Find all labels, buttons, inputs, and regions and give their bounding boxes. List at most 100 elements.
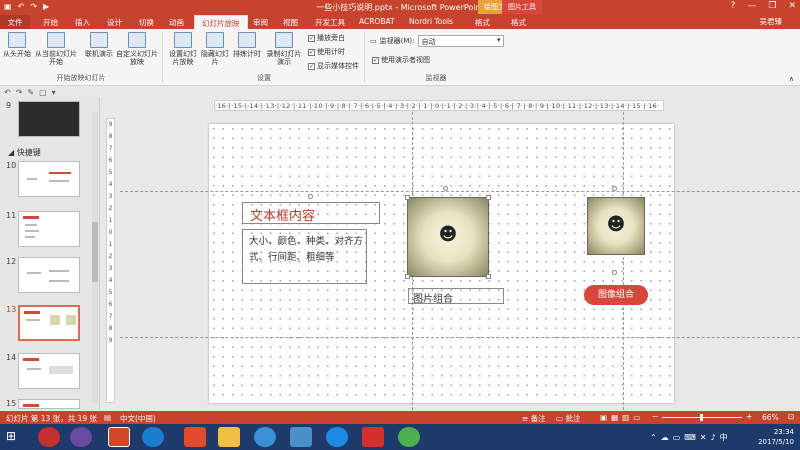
zoom-level[interactable]: 66%	[762, 413, 779, 422]
body-textbox[interactable]: 大小、颜色、种类、对齐方式、行间距、粗细等	[242, 229, 367, 284]
collapse-ribbon-icon[interactable]: ∧	[789, 75, 794, 83]
presenter-view-checkbox[interactable]: ✓ 使用演示者视图	[372, 55, 430, 65]
scroll-thumb[interactable]	[92, 222, 98, 282]
show-media-checkbox[interactable]: ✓ 显示媒体控件	[308, 61, 359, 71]
ctx-picture-tools: 图片工具	[502, 0, 542, 14]
tab-insert[interactable]: 插入	[68, 15, 97, 29]
custom-show-button[interactable]: 自定义幻灯片放映	[116, 32, 158, 66]
comments-button[interactable]: ▭ 批注	[556, 413, 580, 424]
play-narration-checkbox[interactable]: ✓ 播放旁白	[308, 33, 359, 43]
resize-handle[interactable]	[486, 274, 491, 279]
group-setup-label: 设置	[257, 74, 271, 82]
view-buttons[interactable]: ▣▦▥▭	[600, 413, 644, 422]
qq-icon[interactable]	[142, 427, 164, 447]
section-label[interactable]: ◢ 快捷键	[8, 147, 41, 158]
app-sphere-icon[interactable]	[70, 427, 92, 447]
shape-icon[interactable]: ▢	[39, 88, 47, 97]
tab-transitions[interactable]: 切换	[132, 15, 161, 29]
minimize-icon[interactable]: —	[747, 1, 756, 11]
slide-thumb-14[interactable]	[18, 353, 80, 389]
redo-icon[interactable]: ↷	[16, 88, 23, 97]
pen-app-icon[interactable]	[326, 427, 348, 447]
file-explorer-icon[interactable]	[218, 427, 240, 447]
qq-tencent-icon[interactable]	[254, 427, 276, 447]
online-icon	[90, 32, 108, 48]
setup-icon	[174, 32, 192, 48]
vertical-ruler: 9 8 7 6 5 4 3 2 1 0 1 2 3 4 5 6 7 8 9	[106, 118, 115, 403]
resize-handle[interactable]	[405, 195, 410, 200]
undo-icon[interactable]: ↶	[4, 88, 11, 97]
tab-file[interactable]: 文件	[0, 15, 30, 29]
chrome-icon[interactable]	[398, 427, 420, 447]
rotate-handle[interactable]	[308, 194, 313, 199]
from-beginning-button[interactable]: 从头开始	[2, 32, 32, 58]
slide-thumb-12[interactable]	[18, 257, 80, 293]
from-current-button[interactable]: 从当前幻灯片开始	[32, 32, 80, 66]
use-timings-checkbox[interactable]: ✓ 使用计时	[308, 47, 359, 57]
zoom-thumb[interactable]	[700, 414, 703, 421]
slide-thumb-11[interactable]	[18, 211, 80, 247]
monitor-select-row: ▭ 监视器(M): 自动 ▾	[370, 35, 504, 47]
slide-thumb-15[interactable]	[18, 399, 80, 409]
guide-line[interactable]	[120, 337, 800, 338]
record-button[interactable]: 录制幻灯片演示	[264, 32, 304, 66]
windows-start-icon[interactable]: ⊞	[6, 429, 16, 443]
picture-2[interactable]: ☻	[587, 197, 645, 255]
tab-view[interactable]: 视图	[276, 15, 305, 29]
tab-design[interactable]: 设计	[100, 15, 129, 29]
language[interactable]: 中文(中国)	[120, 413, 156, 424]
tab-home[interactable]: 开始	[36, 15, 65, 29]
zoom-in-icon[interactable]: +	[746, 412, 752, 421]
slide-thumbnail-panel: 9 ◢ 快捷键 10 11 12 13 14 15	[0, 97, 100, 410]
ribbon-tabs: 文件 开始 插入 设计 切换 动画 幻灯片放映 审阅 视图 开发工具 ACROB…	[0, 14, 800, 29]
rotate-handle[interactable]	[612, 270, 617, 275]
tab-review[interactable]: 审阅	[246, 15, 275, 29]
online-present-button[interactable]: 联机演示	[82, 32, 116, 58]
image-group-pill[interactable]: 图像组合	[584, 285, 648, 305]
slide-number: 10	[6, 161, 17, 170]
picture-group-textbox[interactable]: 图片组合	[408, 288, 504, 305]
clock[interactable]: 23:34 2017/5/10	[758, 427, 794, 447]
tab-nordri[interactable]: Nordri Tools	[402, 15, 460, 29]
title-textbox[interactable]: 文本框内容	[242, 202, 380, 224]
face-icon: ☻	[438, 224, 458, 245]
tab-slideshow[interactable]: 幻灯片放映	[194, 15, 248, 29]
slide-number: 12	[6, 257, 17, 266]
spellcheck-icon[interactable]: ▤	[104, 413, 111, 422]
user-name[interactable]: 吴君臻	[760, 16, 783, 27]
netease-music-icon[interactable]	[38, 427, 60, 447]
tab-animations[interactable]: 动画	[162, 15, 191, 29]
monitor-select[interactable]: 自动 ▾	[417, 35, 504, 47]
slide-thumb-9[interactable]	[18, 101, 80, 137]
notes-button[interactable]: ≡ 备注	[522, 413, 546, 424]
setup-show-button[interactable]: 设置幻灯片放映	[166, 32, 200, 66]
picture-1[interactable]: ☻	[407, 197, 489, 277]
help-icon[interactable]: ?	[731, 1, 736, 11]
zoom-out-icon[interactable]: −	[652, 412, 658, 421]
guide-line[interactable]	[120, 191, 800, 192]
calculator-icon[interactable]	[290, 427, 312, 447]
more-icon[interactable]: ▾	[52, 88, 56, 97]
fit-slide-icon[interactable]: ⊡	[788, 412, 794, 421]
hide-slide-button[interactable]: 隐藏幻灯片	[200, 32, 230, 66]
rotate-handle[interactable]	[612, 186, 617, 191]
resize-handle[interactable]	[405, 274, 410, 279]
format-painter-icon[interactable]: ✎	[27, 88, 34, 97]
close-icon[interactable]: ✕	[788, 1, 796, 11]
slide-thumb-10[interactable]	[18, 161, 80, 197]
rotate-handle[interactable]	[443, 186, 448, 191]
tab-acrobat[interactable]: ACROBAT	[352, 15, 402, 29]
youdao-icon[interactable]	[362, 427, 384, 447]
xmind-icon[interactable]	[184, 427, 206, 447]
restore-icon[interactable]: ❐	[768, 1, 776, 11]
rehearse-button[interactable]: 排练计时	[232, 32, 262, 58]
system-tray[interactable]: ⌃☁▭⌨✕♪中	[650, 432, 732, 443]
powerpoint-icon[interactable]	[108, 427, 130, 447]
slide-thumb-13[interactable]	[18, 305, 80, 341]
tab-developer[interactable]: 开发工具	[308, 15, 352, 29]
guide-line[interactable]	[623, 112, 624, 410]
resize-handle[interactable]	[486, 195, 491, 200]
thumbnail-scrollbar[interactable]	[92, 112, 98, 402]
tab-format-picture[interactable]: 格式	[504, 15, 533, 29]
tab-format-drawing[interactable]: 格式	[468, 15, 497, 29]
